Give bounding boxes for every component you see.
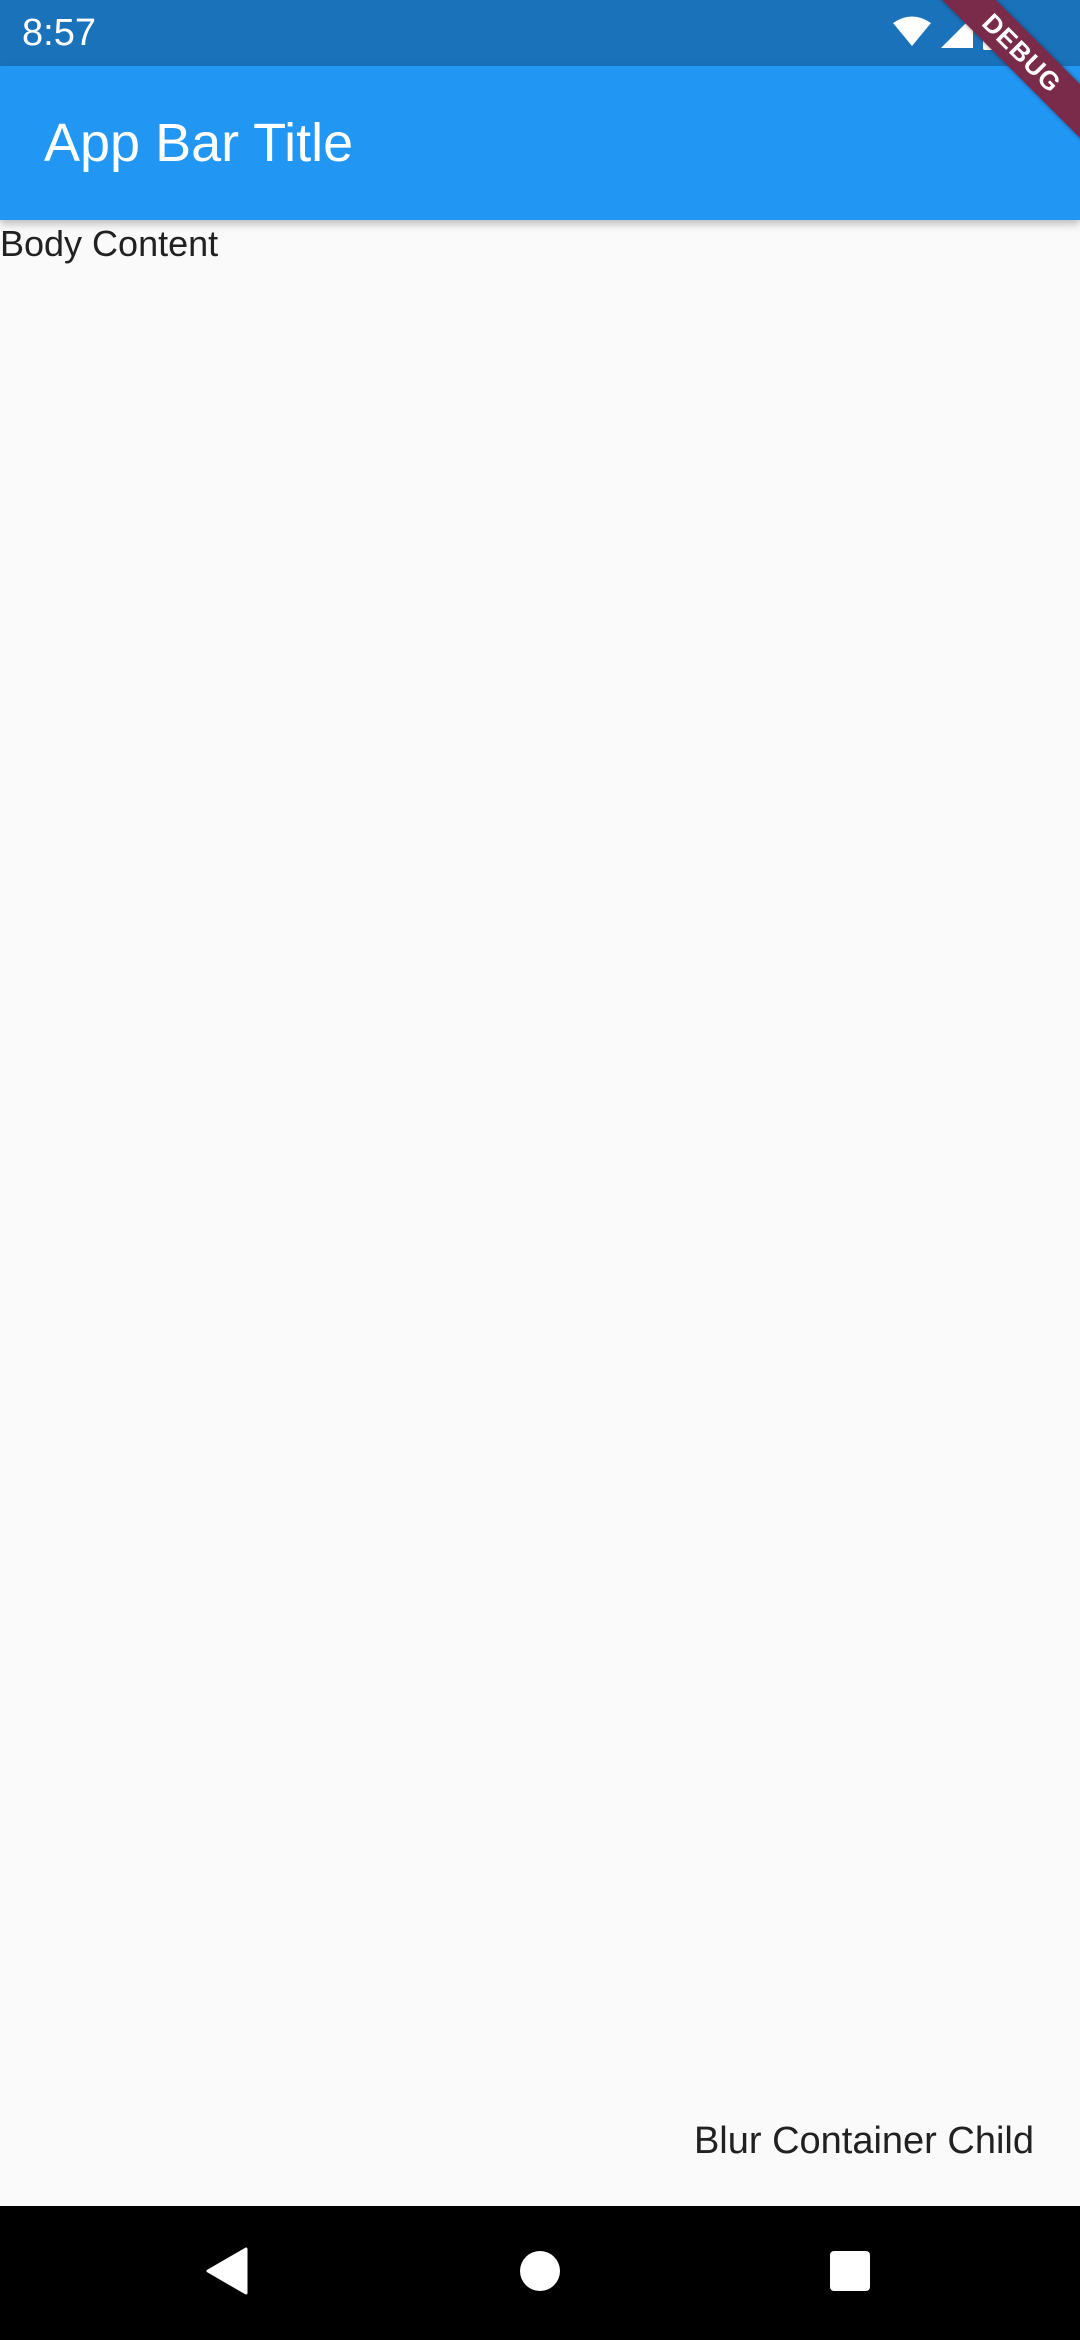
status-icons [892, 14, 1004, 50]
app-bar: App Bar Title [0, 66, 1080, 220]
blur-container-child-text: Blur Container Child [693, 2120, 1034, 2162]
wifi-icon [892, 16, 932, 48]
navigation-bar [0, 2206, 1080, 2340]
nav-home-button[interactable] [480, 2206, 600, 2340]
status-time: 8:57 [22, 12, 96, 54]
home-icon [518, 2249, 562, 2298]
recents-icon [829, 2250, 871, 2297]
battery-icon [982, 14, 1004, 50]
body-content-text: Body Content [0, 223, 219, 264]
nav-recents-button[interactable] [790, 2206, 910, 2340]
status-bar: 8:57 [0, 0, 1080, 66]
back-icon [204, 2247, 248, 2300]
app-bar-title: App Bar Title [44, 113, 354, 173]
cell-signal-icon [940, 15, 974, 49]
nav-back-button[interactable] [166, 2206, 286, 2340]
